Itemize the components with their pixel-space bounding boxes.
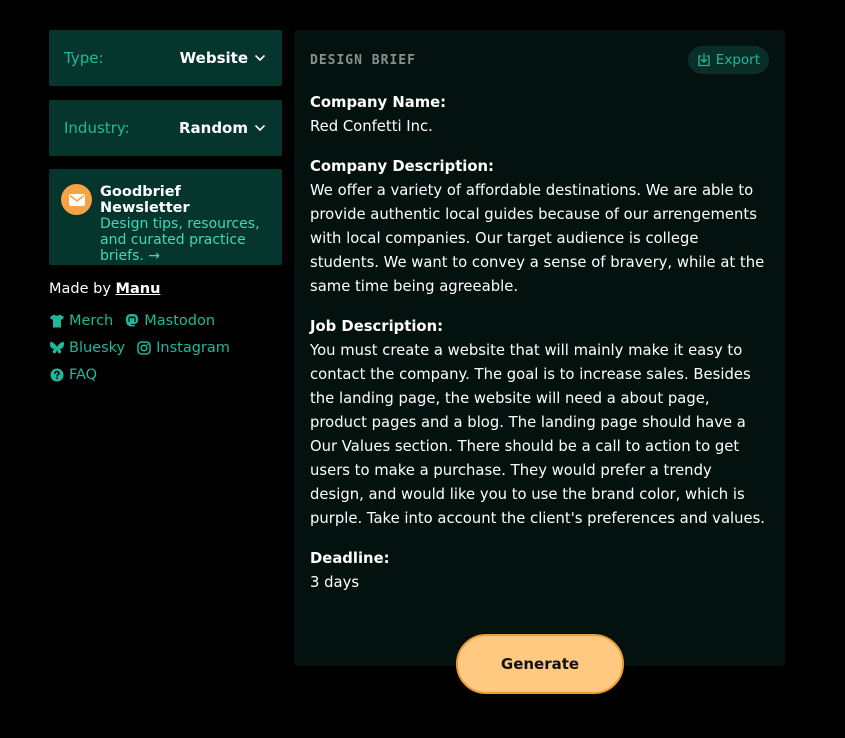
mail-icon: [61, 184, 92, 215]
job-description-label: Job Description:: [310, 318, 444, 335]
type-select[interactable]: Type: Website: [49, 30, 282, 86]
industry-select-value-text: Random: [178, 119, 248, 137]
newsletter-text: Goodbrief Newsletter Design tips, resour…: [100, 184, 270, 265]
type-select-value-text: Website: [179, 49, 248, 67]
bluesky-label: Bluesky: [69, 339, 126, 356]
type-select-label: Type:: [64, 49, 104, 67]
merch-label: Merch: [69, 312, 114, 329]
company-description-label: Company Description:: [310, 158, 494, 175]
mastodon-link[interactable]: Mastodon: [124, 313, 215, 329]
brief-body: Company Name: Red Confetti Inc. Company …: [310, 91, 766, 611]
links-row-2: Bluesky Instagram: [49, 334, 282, 361]
question-icon: [50, 368, 64, 381]
newsletter-description: Design tips, resources, and curated prac…: [100, 216, 260, 264]
butterfly-icon: [49, 341, 65, 353]
mastodon-icon: [126, 313, 139, 327]
links-row-1: Merch Mastodon: [49, 307, 282, 334]
faq-label: FAQ: [69, 366, 98, 383]
sidebar: Type: Website Industry: Random Goodbrief…: [49, 30, 282, 388]
export-button[interactable]: Export: [687, 46, 769, 74]
deadline-label: Deadline:: [310, 550, 390, 567]
tshirt-icon: [50, 314, 64, 327]
industry-select[interactable]: Industry: Random: [49, 100, 282, 156]
industry-select-value: Random: [179, 119, 266, 137]
links-row-3: FAQ: [49, 361, 282, 388]
company-name-value: Red Confetti Inc.: [310, 118, 433, 135]
instagram-icon: [137, 340, 151, 355]
instagram-label: Instagram: [156, 339, 230, 356]
company-description-value: We offer a variety of affordable destina…: [310, 182, 765, 295]
industry-select-label: Industry:: [64, 119, 130, 137]
chevron-down-icon: [255, 125, 265, 131]
instagram-link[interactable]: Instagram: [136, 340, 230, 356]
brief-header: DESIGN BRIEF: [310, 53, 416, 68]
mastodon-label: Mastodon: [144, 312, 216, 329]
chevron-down-icon: [255, 55, 265, 61]
job-description-value: You must create a website that will main…: [310, 342, 766, 527]
type-select-value: Website: [180, 49, 266, 67]
bluesky-link[interactable]: Bluesky: [49, 340, 125, 356]
made-by-prefix: Made by: [49, 281, 116, 297]
social-links: Merch Mastodon Bluesky Instagram FAQ: [49, 307, 282, 388]
company-name-label: Company Name:: [310, 94, 447, 111]
generate-button[interactable]: Generate: [456, 634, 624, 694]
merch-link[interactable]: Merch: [49, 313, 113, 329]
export-label: Export: [715, 52, 760, 68]
author-link[interactable]: Manu: [116, 281, 161, 297]
newsletter-title: Goodbrief Newsletter: [100, 184, 190, 216]
deadline-value: 3 days: [310, 574, 360, 591]
made-by: Made by Manu: [49, 281, 282, 297]
newsletter-card[interactable]: Goodbrief Newsletter Design tips, resour…: [49, 169, 282, 265]
design-brief-panel: DESIGN BRIEF Export Company Name: Red Co…: [294, 30, 785, 666]
faq-link[interactable]: FAQ: [49, 367, 97, 383]
download-icon: [698, 53, 710, 67]
